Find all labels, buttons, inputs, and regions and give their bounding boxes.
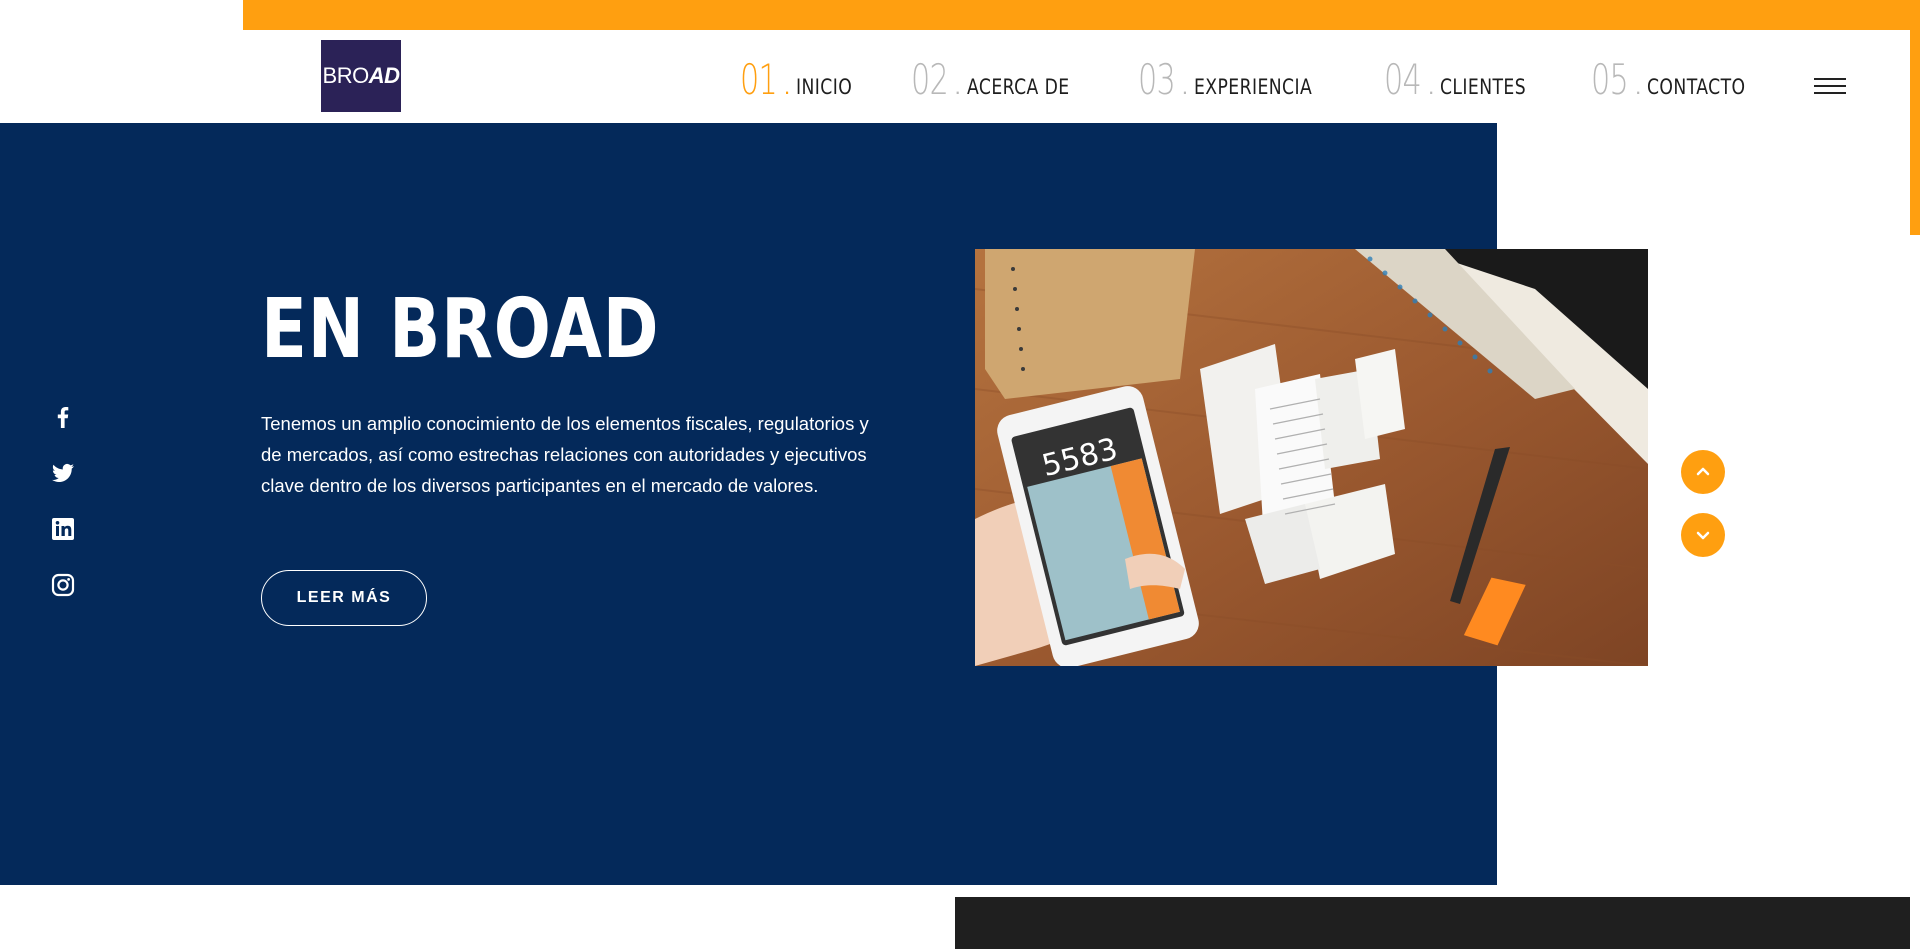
nav-item-clientes[interactable]: 04 . CLIENTES: [1384, 55, 1545, 104]
next-section-dark-block: [955, 897, 1910, 949]
nav-label: ACERCA DE: [966, 75, 1070, 99]
hero-photo-illustration: 5583: [975, 249, 1648, 666]
right-accent-bar: [1910, 30, 1920, 235]
menu-line: [1814, 85, 1846, 87]
nav-label: CONTACTO: [1647, 75, 1746, 99]
nav-label: INICIO: [796, 75, 853, 99]
nav-item-acerca-de[interactable]: 02 . ACERCA DE: [911, 55, 1092, 104]
leer-mas-button[interactable]: LEER MÁS: [261, 570, 427, 626]
slide-prev-button[interactable]: [1681, 450, 1725, 494]
nav-label: CLIENTES: [1440, 75, 1527, 99]
slide-next-button[interactable]: [1681, 513, 1725, 557]
hero-image: 5583: [975, 249, 1648, 666]
twitter-icon[interactable]: [50, 460, 76, 486]
top-accent-bar: [243, 0, 1920, 30]
instagram-icon[interactable]: [50, 572, 76, 598]
menu-line: [1814, 78, 1846, 80]
hero-title: EN BROAD: [261, 282, 660, 377]
nav-dot: .: [1635, 74, 1642, 99]
nav-item-inicio[interactable]: 01 . INICIO: [740, 55, 865, 104]
chevron-down-icon: [1696, 531, 1710, 540]
nav-item-experiencia[interactable]: 03 . EXPERIENCIA: [1138, 55, 1338, 104]
nav-number: 03: [1137, 55, 1176, 104]
hamburger-menu-icon[interactable]: [1814, 78, 1846, 96]
nav-number: 04: [1384, 55, 1422, 104]
nav-dot: .: [784, 74, 791, 99]
nav-item-contacto[interactable]: 05 . CONTACTO: [1591, 55, 1767, 104]
linkedin-icon[interactable]: [50, 516, 76, 542]
nav-dot: .: [1428, 74, 1435, 99]
main-nav: 01 . INICIO 02 . ACERCA DE 03 . EXPERIEN…: [740, 44, 1813, 104]
logo-text-bold: AD: [368, 63, 400, 88]
logo-text-regular: BRO: [322, 63, 370, 88]
facebook-icon[interactable]: [50, 404, 76, 430]
nav-number: 02: [910, 55, 949, 104]
nav-dot: .: [1181, 74, 1188, 99]
nav-dot: .: [954, 74, 961, 99]
nav-number: 01: [740, 55, 778, 104]
nav-number: 05: [1591, 55, 1629, 104]
chevron-up-icon: [1696, 467, 1710, 476]
nav-label: EXPERIENCIA: [1193, 75, 1313, 99]
hero-description: Tenemos un amplio conocimiento de los el…: [261, 413, 869, 496]
social-links: [50, 404, 76, 628]
broad-logo[interactable]: BRO AD: [321, 40, 401, 112]
menu-line: [1814, 92, 1846, 94]
